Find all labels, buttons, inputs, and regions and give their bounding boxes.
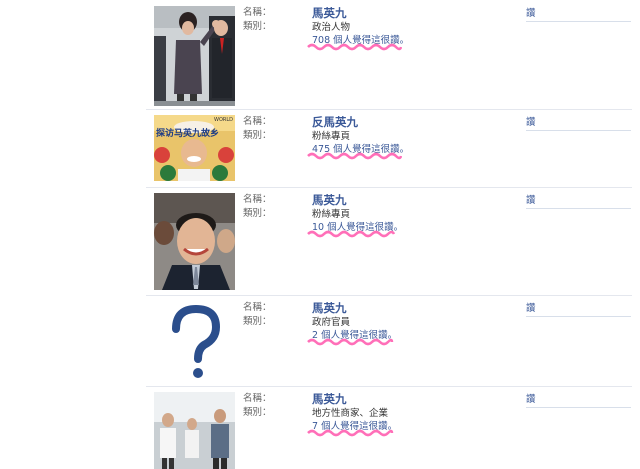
page-category: 政治人物 (312, 22, 351, 33)
like-button[interactable]: 讚 (526, 302, 536, 315)
like-button[interactable]: 讚 (526, 393, 536, 406)
row-divider (146, 295, 632, 296)
name-label: 名稱： (243, 116, 272, 127)
profile-photo[interactable]: 探访马英九故乡 WORLD (154, 115, 235, 181)
divider (526, 21, 631, 22)
type-label: 類別： (243, 208, 272, 219)
result-row-3: 名稱： 類別： 馬英九 粉絲專頁 10 個人覺得這很讚。 讚 (146, 193, 632, 293)
page-category: 政府官員 (312, 317, 351, 328)
page-name-link[interactable]: 馬英九 (312, 193, 347, 207)
photo-corner-mark: WORLD (214, 117, 233, 123)
type-label: 類別： (243, 21, 272, 32)
like-button[interactable]: 讚 (526, 194, 536, 207)
name-label: 名稱： (243, 7, 272, 18)
page-name-link[interactable]: 反馬英九 (312, 115, 358, 129)
divider (526, 316, 631, 317)
page-category: 粉絲專頁 (312, 131, 351, 142)
name-label: 名稱： (243, 393, 272, 404)
like-button[interactable]: 讚 (526, 7, 536, 20)
pink-scribble-highlight (307, 230, 396, 238)
result-row-2: 探访马英九故乡 WORLD 名稱： 類別： 反馬英九 粉絲專頁 475 個人覺得… (146, 115, 632, 185)
profile-photo[interactable] (154, 392, 235, 469)
row-divider (146, 109, 632, 110)
default-profile-photo[interactable] (154, 301, 235, 381)
divider (526, 407, 631, 408)
question-mark-icon (154, 301, 235, 381)
result-row-1: 名稱： 類別： 馬英九 政治人物 708 個人覺得這很讚。 讚 (146, 6, 632, 106)
name-label: 名稱： (243, 194, 272, 205)
page-name-link[interactable]: 馬英九 (312, 392, 347, 406)
result-row-5: 名稱： 類別： 馬英九 地方性商家、企業 7 個人覺得這很讚。 讚 (146, 392, 632, 469)
page-name-link[interactable]: 馬英九 (312, 301, 347, 315)
pink-scribble-highlight (307, 43, 402, 51)
page-category: 地方性商家、企業 (312, 408, 389, 419)
type-label: 類別： (243, 407, 272, 418)
page-name-link[interactable]: 馬英九 (312, 6, 347, 20)
name-label: 名稱： (243, 302, 272, 313)
type-label: 類別： (243, 316, 272, 327)
pink-scribble-highlight (307, 338, 394, 346)
pink-scribble-highlight (307, 429, 394, 437)
divider (526, 130, 631, 131)
result-row-4: 名稱： 類別： 馬英九 政府官員 2 個人覺得這很讚。 讚 (146, 301, 632, 381)
row-divider (146, 386, 632, 387)
divider (526, 208, 631, 209)
row-divider (146, 187, 632, 188)
type-label: 類別： (243, 130, 272, 141)
page-category: 粉絲專頁 (312, 209, 351, 220)
pink-scribble-highlight (307, 152, 402, 160)
profile-photo[interactable] (154, 193, 235, 290)
profile-photo[interactable] (154, 6, 235, 106)
photo-caption: 探访马英九故乡 (156, 127, 219, 139)
like-button[interactable]: 讚 (526, 116, 536, 129)
